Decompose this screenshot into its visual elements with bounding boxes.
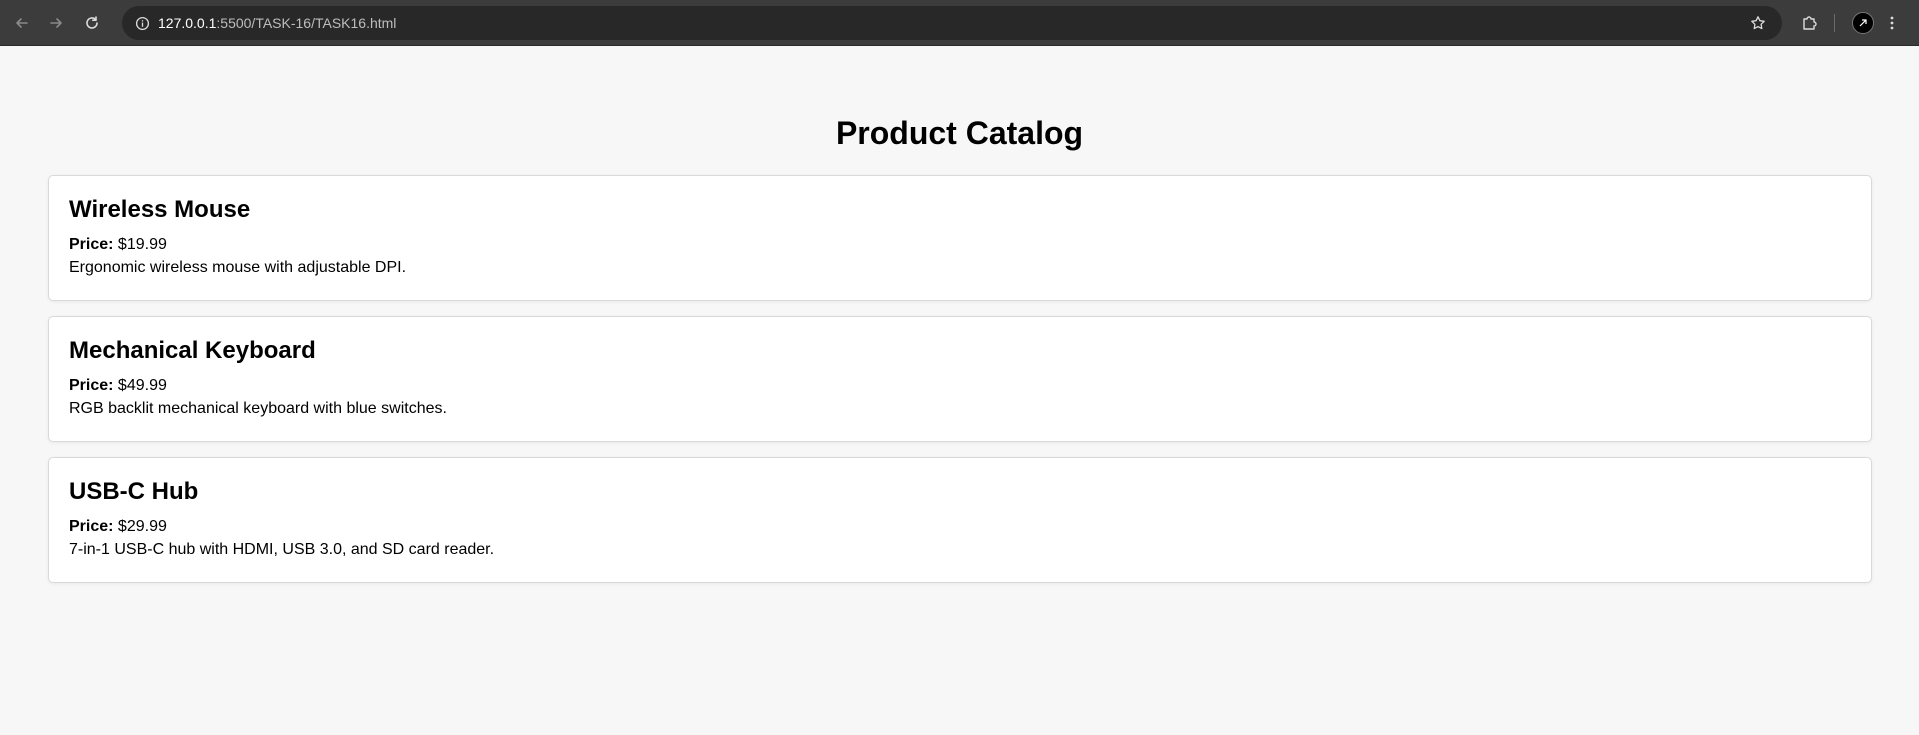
browser-toolbar: 127.0.0.1:5500/TASK-16/TASK16.html (0, 0, 1919, 46)
product-price: Price: $29.99 (69, 518, 167, 536)
info-icon (135, 16, 149, 30)
bookmark-button[interactable] (1746, 11, 1770, 35)
price-label: Price: (69, 518, 114, 535)
price-label: Price: (69, 377, 114, 394)
price-value: $19.99 (117, 236, 167, 253)
product-card: Wireless Mouse Price: $19.99 Ergonomic w… (48, 175, 1872, 301)
forward-button[interactable] (42, 9, 70, 37)
site-info-button[interactable] (130, 11, 154, 35)
browser-menu-button[interactable] (1878, 9, 1906, 37)
arrow-right-icon (50, 18, 62, 28)
price-value: $49.99 (117, 377, 167, 394)
avatar[interactable] (1852, 12, 1874, 34)
product-name: Mechanical Keyboard (69, 337, 316, 364)
url-host: 127.0.0.1 (158, 15, 217, 31)
price-value: $29.99 (117, 518, 167, 535)
product-price: Price: $49.99 (69, 377, 167, 395)
product-price: Price: $19.99 (69, 236, 167, 254)
extensions-button[interactable] (1796, 9, 1824, 37)
star-icon (1751, 16, 1765, 30)
page-title: Product Catalog (835, 115, 1084, 151)
url-path: :5500/TASK-16/TASK16.html (216, 15, 397, 31)
back-button[interactable] (8, 9, 36, 37)
product-card: Mechanical Keyboard Price: $49.99 RGB ba… (48, 316, 1872, 442)
product-description: RGB backlit mechanical keyboard with blu… (69, 400, 447, 417)
address-bar[interactable]: 127.0.0.1:5500/TASK-16/TASK16.html (122, 6, 1782, 40)
arrow-left-icon (16, 18, 28, 28)
url-text[interactable]: 127.0.0.1:5500/TASK-16/TASK16.html (158, 15, 396, 31)
kebab-menu-icon (1890, 16, 1894, 30)
profile-icon (1859, 19, 1867, 27)
page-content: Product Catalog Wireless Mouse Price: $1… (0, 47, 1919, 735)
product-name: Wireless Mouse (69, 196, 251, 223)
product-name: USB-C Hub (69, 478, 199, 505)
product-description: Ergonomic wireless mouse with adjustable… (69, 259, 407, 276)
price-label: Price: (69, 236, 114, 253)
toolbar-divider (1834, 14, 1835, 32)
puzzle-icon (1803, 16, 1817, 30)
reload-button[interactable] (78, 9, 106, 37)
reload-icon (86, 16, 98, 29)
product-description: 7-in-1 USB-C hub with HDMI, USB 3.0, and… (69, 541, 495, 558)
product-card: USB-C Hub Price: $29.99 7-in-1 USB-C hub… (48, 457, 1872, 583)
